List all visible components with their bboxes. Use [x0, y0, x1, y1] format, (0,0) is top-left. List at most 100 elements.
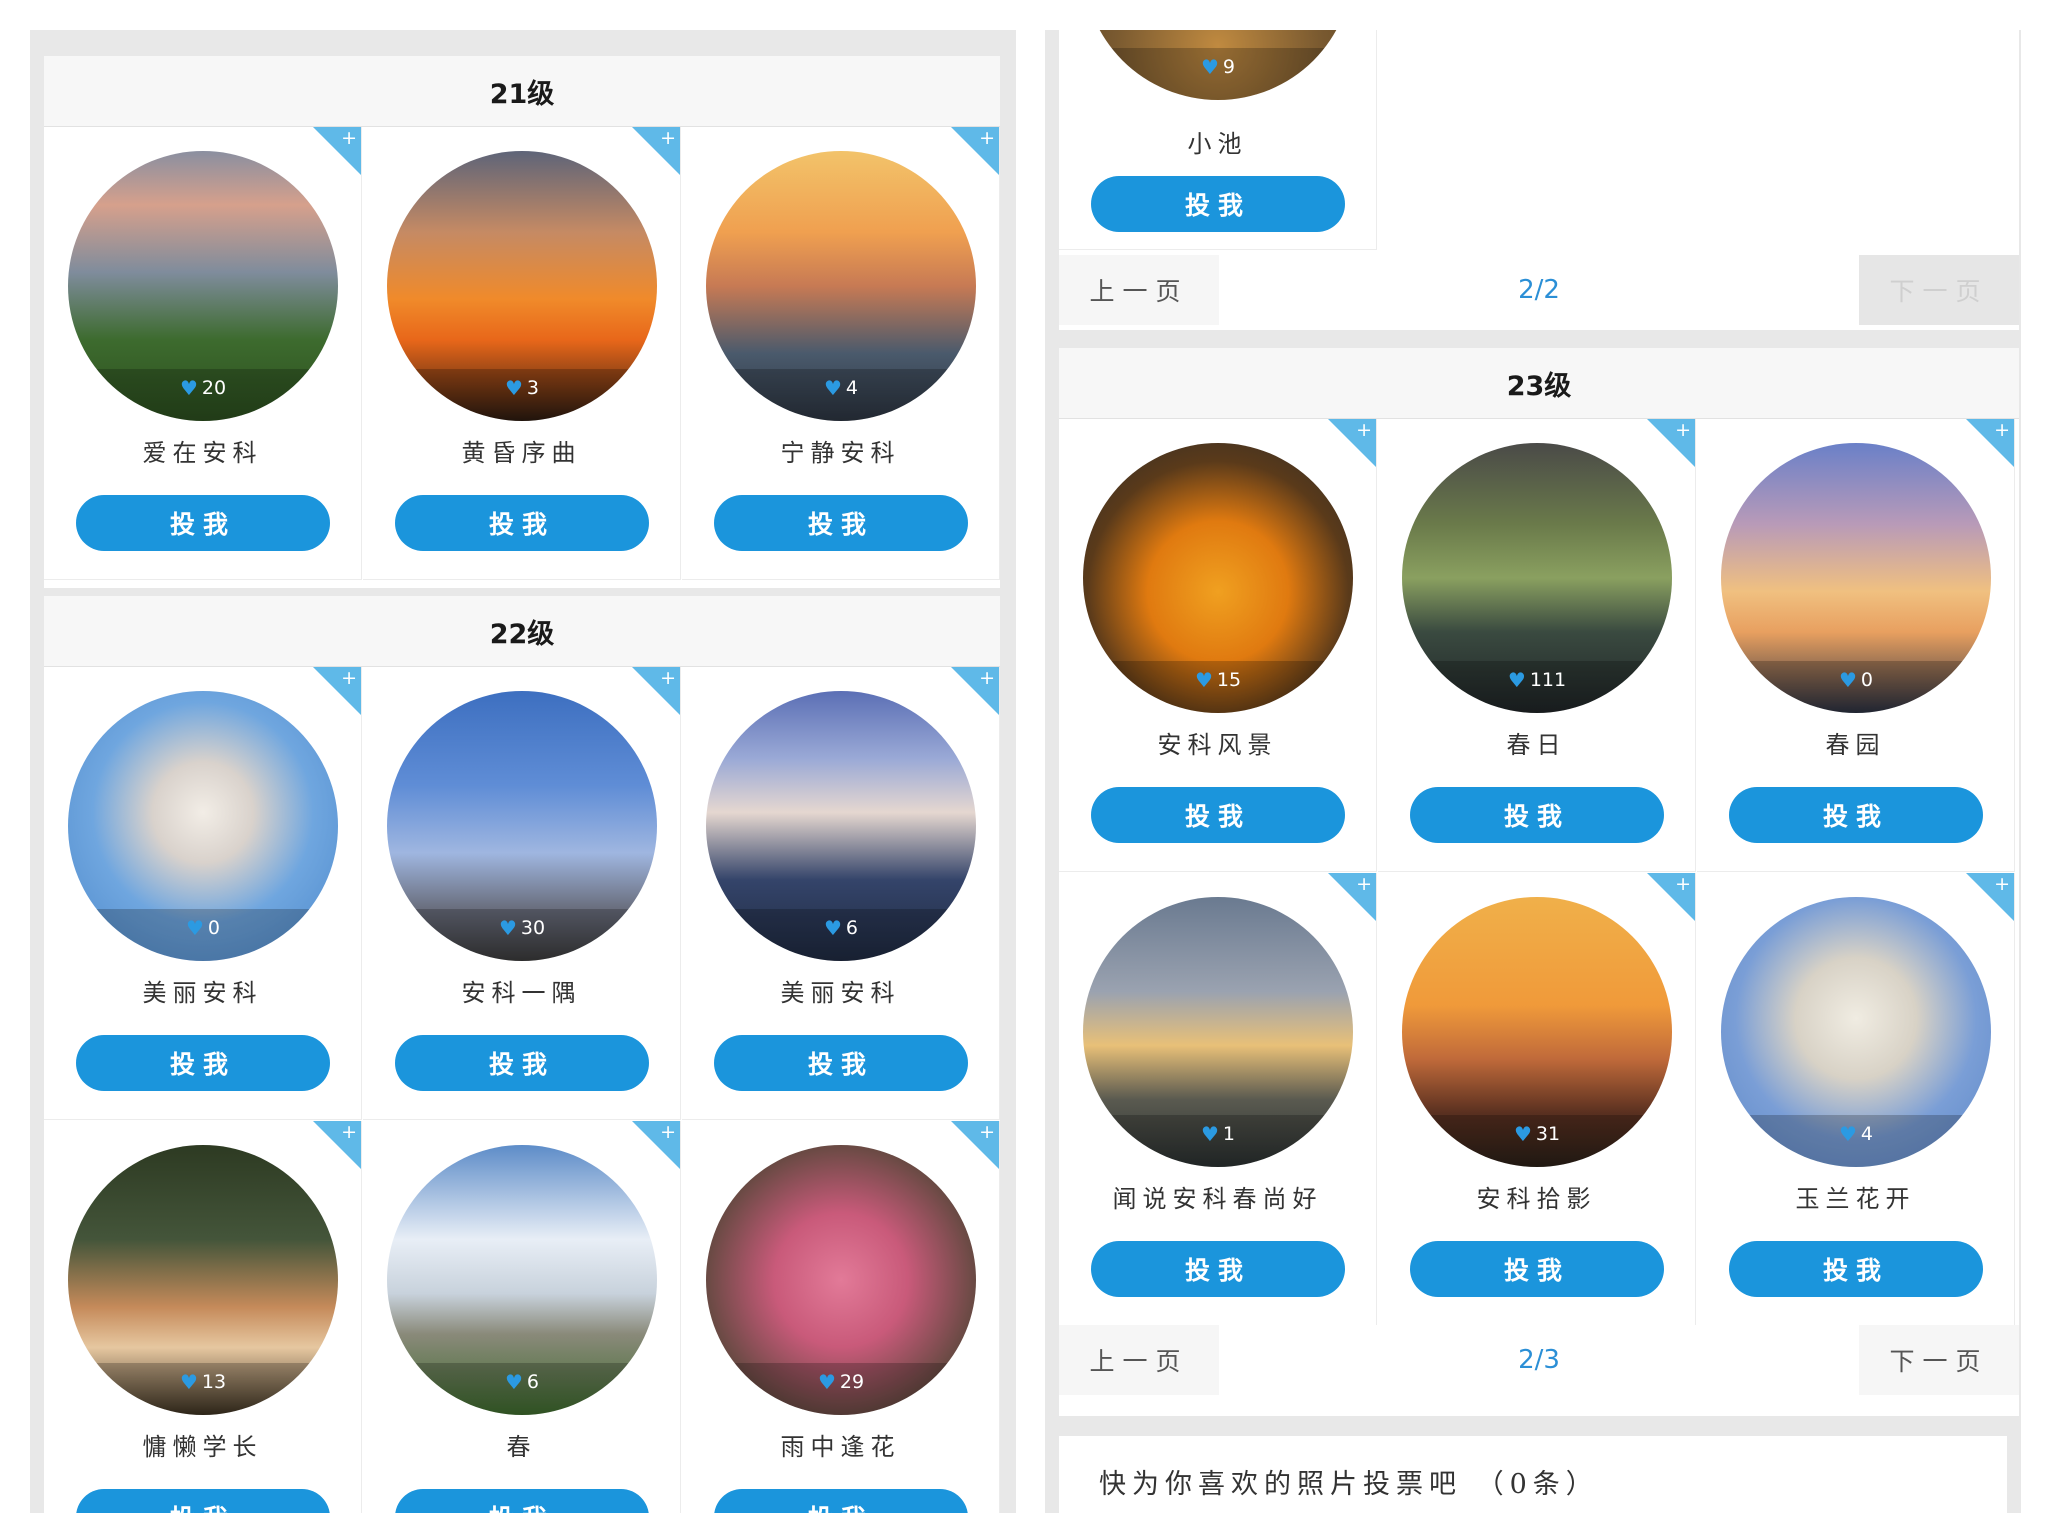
- like-count: ♥ 13: [68, 1363, 338, 1415]
- plus-icon: +: [1994, 873, 2010, 895]
- heart-icon: ♥: [1200, 55, 1219, 79]
- photo-title: 春园: [1825, 731, 1886, 759]
- heart-icon: ♥: [1838, 1122, 1857, 1146]
- like-count: ♥ 111: [1402, 661, 1672, 713]
- section-title: 21级: [44, 56, 1000, 127]
- right-screenshot: ♥ 9 小池 投我 上一页 2/2 下一页 23级 + ♥ 15 安科风景 投我 + ♥ 11…: [1045, 30, 2021, 1513]
- section-21: 21级 + ♥ 20 爱在安科 投我 + ♥ 3 黄昏序曲 投我 + ♥ 4 宁静安科 投我: [44, 56, 1000, 588]
- photo-title: 春: [506, 1433, 537, 1461]
- like-count: ♥ 9: [1083, 48, 1353, 100]
- vote-button[interactable]: 投我: [714, 1489, 968, 1513]
- next-page-button[interactable]: 下一页: [1859, 1325, 2019, 1395]
- like-count-value: 3: [526, 377, 540, 399]
- heart-icon: ♥: [504, 1370, 523, 1394]
- photo-title: 爱在安科: [142, 439, 263, 467]
- like-count-value: 31: [1535, 1123, 1561, 1145]
- vote-button[interactable]: 投我: [1091, 176, 1345, 232]
- heart-icon: ♥: [1507, 668, 1526, 692]
- photo-image[interactable]: ♥ 29: [706, 1145, 976, 1415]
- photo-card: + ♥ 0 美丽安科 投我: [44, 667, 362, 1120]
- heart-icon: ♥: [504, 376, 523, 400]
- like-count: ♥ 15: [1083, 661, 1353, 713]
- photo-image[interactable]: ♥ 4: [706, 151, 976, 421]
- photo-image[interactable]: ♥ 3: [387, 151, 657, 421]
- like-count-value: 29: [839, 1371, 865, 1393]
- vote-button[interactable]: 投我: [714, 1035, 968, 1091]
- plus-icon: +: [979, 1121, 995, 1143]
- like-count-value: 9: [1222, 56, 1236, 78]
- photo-title: 雨中逢花: [780, 1433, 901, 1461]
- vote-button[interactable]: 投我: [714, 495, 968, 551]
- plus-icon: +: [1356, 873, 1372, 895]
- plus-icon: +: [1675, 419, 1691, 441]
- vote-button[interactable]: 投我: [395, 495, 649, 551]
- plus-icon: +: [1356, 419, 1372, 441]
- photo-card: + ♥ 30 安科一隅投我: [363, 667, 681, 1120]
- heart-icon: ♥: [817, 1370, 836, 1394]
- like-count-value: 30: [520, 917, 546, 939]
- like-count: ♥ 6: [706, 909, 976, 961]
- photo-image[interactable]: ♥ 111: [1402, 443, 1672, 713]
- section-title: 23级: [1059, 348, 2019, 419]
- heart-icon: ♥: [185, 916, 204, 940]
- vote-button[interactable]: 投我: [1091, 787, 1345, 843]
- like-count-value: 0: [1860, 669, 1874, 691]
- like-count: ♥ 4: [706, 369, 976, 421]
- heart-icon: ♥: [1513, 1122, 1532, 1146]
- plus-icon: +: [660, 667, 676, 689]
- vote-button[interactable]: 投我: [76, 495, 330, 551]
- photo-image[interactable]: ♥ 0: [68, 691, 338, 961]
- plus-icon: +: [1675, 873, 1691, 895]
- prev-page-button[interactable]: 上一页: [1059, 1325, 1219, 1395]
- photo-image[interactable]: ♥ 13: [68, 1145, 338, 1415]
- photo-image[interactable]: ♥ 30: [387, 691, 657, 961]
- pagination: 上一页 2/2 下一页: [1059, 255, 2019, 325]
- like-count: ♥ 1: [1083, 1115, 1353, 1167]
- vote-button[interactable]: 投我: [76, 1489, 330, 1513]
- photo-card: + ♥13 慵懒学长投我: [44, 1121, 362, 1513]
- vote-button[interactable]: 投我: [1091, 1241, 1345, 1297]
- vote-button[interactable]: 投我: [76, 1035, 330, 1091]
- page-indicator: 2/2: [1518, 275, 1560, 305]
- photo-title: 美丽安科: [142, 979, 263, 1007]
- photo-title: 美丽安科: [780, 979, 901, 1007]
- like-count-value: 4: [845, 377, 859, 399]
- vote-button[interactable]: 投我: [1729, 787, 1983, 843]
- vote-button[interactable]: 投我: [1410, 787, 1664, 843]
- like-count-value: 1: [1222, 1123, 1236, 1145]
- section-23: 23级 + ♥ 15 安科风景 投我 + ♥ 111 春日 投我 + ♥ 0 春园 投我 + ♥ 1 闻说安科春尚好…: [1059, 348, 2019, 1416]
- like-count: ♥ 4: [1721, 1115, 1991, 1167]
- plus-icon: +: [660, 127, 676, 149]
- like-count-value: 20: [201, 377, 227, 399]
- plus-icon: +: [979, 127, 995, 149]
- photo-title: 安科一隅: [461, 979, 582, 1007]
- photo-card: + ♥ 3 黄昏序曲 投我: [363, 127, 681, 580]
- like-count-value: 0: [207, 917, 221, 939]
- photo-card: + ♥ 20 爱在安科投我: [44, 127, 362, 580]
- vote-button[interactable]: 投我: [1410, 1241, 1664, 1297]
- photo-card: + ♥ 31 安科拾影 投我: [1378, 873, 1696, 1326]
- next-page-button[interactable]: 下一页: [1859, 255, 2019, 325]
- photo-image[interactable]: ♥ 6: [387, 1145, 657, 1415]
- photo-image[interactable]: ♥ 31: [1402, 897, 1672, 1167]
- photo-image[interactable]: ♥ 9: [1083, 30, 1353, 100]
- heart-icon: ♥: [1838, 668, 1857, 692]
- heart-icon: ♥: [823, 916, 842, 940]
- prev-page-button[interactable]: 上一页: [1059, 255, 1219, 325]
- photo-image[interactable]: ♥ 15: [1083, 443, 1353, 713]
- photo-card: + ♥ 6 美丽安科 投我: [682, 667, 1000, 1120]
- pagination: 上一页 2/3 下一页: [1059, 1325, 2019, 1395]
- vote-button[interactable]: 投我: [1729, 1241, 1983, 1297]
- photo-image[interactable]: ♥ 0: [1721, 443, 1991, 713]
- photo-image[interactable]: ♥ 20: [68, 151, 338, 421]
- photo-image[interactable]: ♥ 1: [1083, 897, 1353, 1167]
- plus-icon: +: [341, 127, 357, 149]
- photo-image[interactable]: ♥ 6: [706, 691, 976, 961]
- vote-button[interactable]: 投我: [395, 1489, 649, 1513]
- heart-icon: ♥: [1200, 1122, 1219, 1146]
- page-indicator: 2/3: [1518, 1345, 1560, 1375]
- heart-icon: ♥: [823, 376, 842, 400]
- vote-button[interactable]: 投我: [395, 1035, 649, 1091]
- photo-image[interactable]: ♥ 4: [1721, 897, 1991, 1167]
- like-count: ♥ 30: [387, 909, 657, 961]
